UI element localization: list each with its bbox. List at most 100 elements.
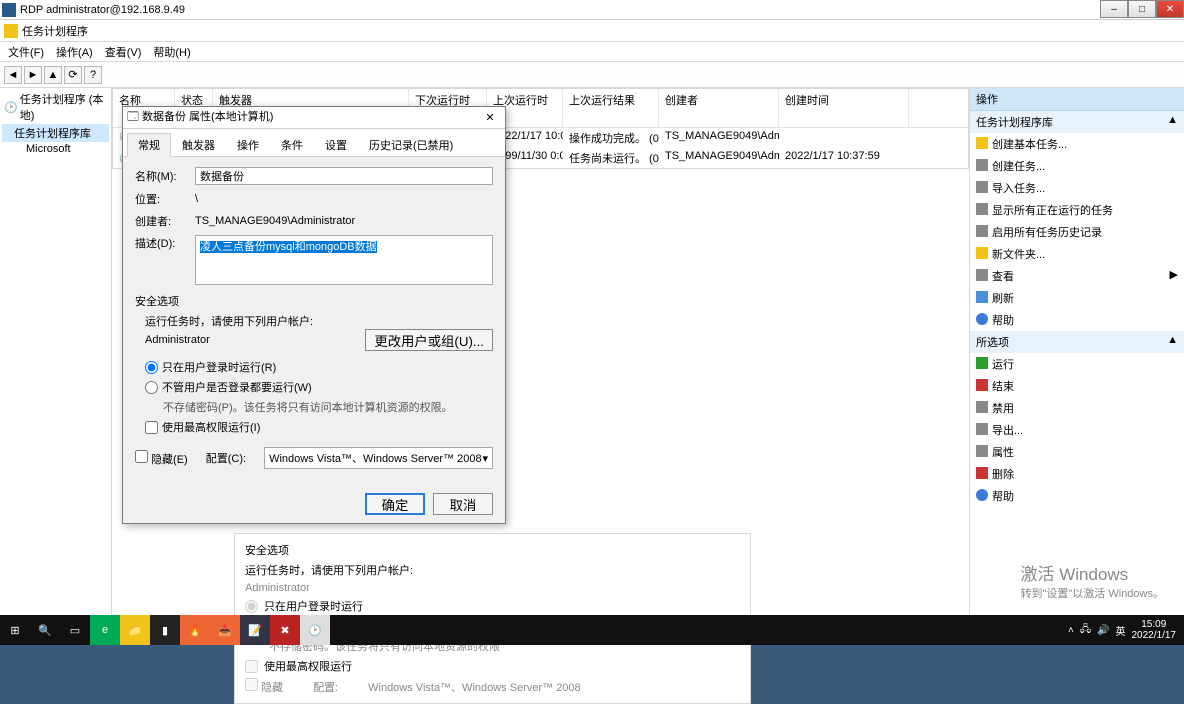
taskbar-app-cmd[interactable]: ▮: [150, 615, 180, 645]
chevron-right-icon: ▶: [1170, 268, 1178, 284]
collapse-icon[interactable]: ▲: [1167, 114, 1178, 130]
action-create-basic[interactable]: 创建基本任务...: [970, 133, 1184, 155]
cell: 2022/1/17 10:37:59: [779, 149, 909, 167]
radio1-label: 只在用户登录时运行(R): [162, 359, 276, 375]
tray-sound-icon[interactable]: 🔊: [1097, 625, 1109, 636]
actions-section2: 所选项: [976, 334, 1009, 350]
action-new-folder[interactable]: 新文件夹...: [970, 243, 1184, 265]
dialog-tabs: 常规 触发器 操作 条件 设置 历史记录(已禁用): [123, 129, 505, 157]
highest-checkbox[interactable]: [145, 421, 158, 434]
tab-actions[interactable]: 操作: [226, 133, 270, 156]
taskbar-app-1[interactable]: 🔥: [180, 615, 210, 645]
menu-file[interactable]: 文件(F): [4, 42, 48, 62]
tray-clock[interactable]: 15:09 2022/1/17: [1132, 619, 1177, 641]
configure-combo[interactable]: Windows Vista™、Windows Server™ 2008 ▾: [264, 447, 493, 469]
tree-microsoft[interactable]: Microsoft: [2, 142, 109, 156]
system-tray: ˄ 🖧 🔊 英 15:09 2022/1/17: [1068, 619, 1184, 641]
back-button[interactable]: ◄: [4, 66, 22, 84]
action-help2[interactable]: 帮助: [970, 485, 1184, 507]
col-author[interactable]: 创建者: [659, 89, 779, 127]
refresh-button[interactable]: ⟳: [64, 66, 82, 84]
cell: 操作成功完成。 (0x0): [563, 129, 659, 147]
change-user-button[interactable]: 更改用户或组(U)...: [365, 329, 493, 351]
security-options-label: 安全选项: [245, 540, 740, 560]
action-disable[interactable]: 禁用: [970, 397, 1184, 419]
action-view[interactable]: 查看 ▶: [970, 265, 1184, 287]
tab-triggers[interactable]: 触发器: [171, 133, 226, 156]
rdp-close-button[interactable]: ✕: [1156, 0, 1184, 18]
author-label: 创建者:: [135, 213, 195, 229]
location-label: 位置:: [135, 191, 195, 207]
menu-view[interactable]: 查看(V): [101, 42, 146, 62]
taskbar-app-edge[interactable]: e: [90, 615, 120, 645]
cell: [779, 129, 909, 147]
hidden-checkbox[interactable]: [135, 450, 148, 463]
actions-header-label: 操作: [976, 91, 998, 107]
desc-label: 描述(D):: [135, 235, 195, 251]
taskview-button[interactable]: ▭: [60, 615, 90, 645]
taskbar-app-2[interactable]: 📥: [210, 615, 240, 645]
action-enable-history[interactable]: 启用所有任务历史记录: [970, 221, 1184, 243]
taskbar-app-3[interactable]: ✖: [270, 615, 300, 645]
up-button[interactable]: ▲: [44, 66, 62, 84]
bg-configure-label: 配置:: [313, 679, 338, 695]
cancel-button[interactable]: 取消: [433, 493, 493, 515]
bg-radio-loggedon: [245, 600, 258, 613]
dialog-title: 数据备份 属性(本地计算机): [142, 111, 273, 123]
action-end[interactable]: 结束: [970, 375, 1184, 397]
col-result[interactable]: 上次运行结果: [563, 89, 659, 127]
cell: TS_MANAGE9049\Administrator: [659, 149, 779, 167]
bg-hidden-label: 隐藏: [261, 682, 283, 694]
rdp-minimize-button[interactable]: –: [1100, 0, 1128, 18]
action-properties[interactable]: 属性: [970, 441, 1184, 463]
configure-value: Windows Vista™、Windows Server™ 2008: [269, 450, 482, 466]
bg-hidden-checkbox: [245, 678, 258, 691]
action-view-label: 查看: [992, 268, 1014, 284]
action-import[interactable]: 导入任务...: [970, 177, 1184, 199]
tab-general[interactable]: 常规: [127, 133, 171, 157]
tree-root[interactable]: 🕑 任务计划程序 (本地): [2, 90, 109, 124]
action-show-running[interactable]: 显示所有正在运行的任务: [970, 199, 1184, 221]
user-account: Administrator: [245, 580, 740, 596]
action-delete[interactable]: 删除: [970, 463, 1184, 485]
taskbar-app-explorer[interactable]: 📁: [120, 615, 150, 645]
rdp-maximize-button[interactable]: □: [1128, 0, 1156, 18]
tab-conditions[interactable]: 条件: [270, 133, 314, 156]
chevron-down-icon: ▾: [482, 452, 488, 465]
action-run[interactable]: 运行: [970, 353, 1184, 375]
action-refresh[interactable]: 刷新: [970, 287, 1184, 309]
menu-help[interactable]: 帮助(H): [149, 42, 194, 62]
menu-action[interactable]: 操作(A): [52, 42, 97, 62]
dialog-close-button[interactable]: ✕: [479, 109, 501, 127]
taskbar-app-taskscheduler[interactable]: 🕑: [300, 615, 330, 645]
search-button[interactable]: 🔍: [30, 615, 60, 645]
tab-history[interactable]: 历史记录(已禁用): [358, 133, 464, 156]
action-help[interactable]: 帮助: [970, 309, 1184, 331]
radio-anytime[interactable]: [145, 381, 158, 394]
tree-library[interactable]: 任务计划程序库: [2, 124, 109, 142]
collapse-icon[interactable]: ▲: [1167, 334, 1178, 350]
action-create-task[interactable]: 创建任务...: [970, 155, 1184, 177]
col-created[interactable]: 创建时间: [779, 89, 909, 127]
forward-button[interactable]: ►: [24, 66, 42, 84]
tray-chevron-icon[interactable]: ˄: [1068, 625, 1074, 636]
taskbar-app-notepad[interactable]: 📝: [240, 615, 270, 645]
bg-radio1-label: 只在用户登录时运行: [264, 598, 363, 614]
help-button[interactable]: ?: [84, 66, 102, 84]
desc-textarea[interactable]: 凌人三点备份mysql和mongoDB数据: [195, 235, 493, 285]
action-export[interactable]: 导出...: [970, 419, 1184, 441]
name-input[interactable]: [195, 167, 493, 185]
ok-button[interactable]: 确定: [365, 493, 425, 515]
security-options-label: 安全选项: [135, 293, 493, 309]
rdp-title: RDP administrator@192.168.9.49: [20, 4, 185, 16]
start-button[interactable]: ⊞: [0, 615, 30, 645]
clock-icon: 🕑: [4, 101, 18, 114]
bg-configure-value: Windows Vista™、Windows Server™ 2008: [368, 679, 581, 695]
actions-pane: 操作 任务计划程序库▲ 创建基本任务... 创建任务... 导入任务... 显示…: [969, 88, 1184, 615]
properties-dialog: 🗔 数据备份 属性(本地计算机) ✕ 常规 触发器 操作 条件 设置 历史记录(…: [122, 106, 506, 524]
desc-text: 凌人三点备份mysql和mongoDB数据: [200, 241, 377, 253]
tray-ime-icon[interactable]: 英: [1116, 623, 1126, 638]
tab-settings[interactable]: 设置: [314, 133, 358, 156]
radio-loggedon[interactable]: [145, 361, 158, 374]
tray-network-icon[interactable]: 🖧: [1080, 622, 1091, 639]
